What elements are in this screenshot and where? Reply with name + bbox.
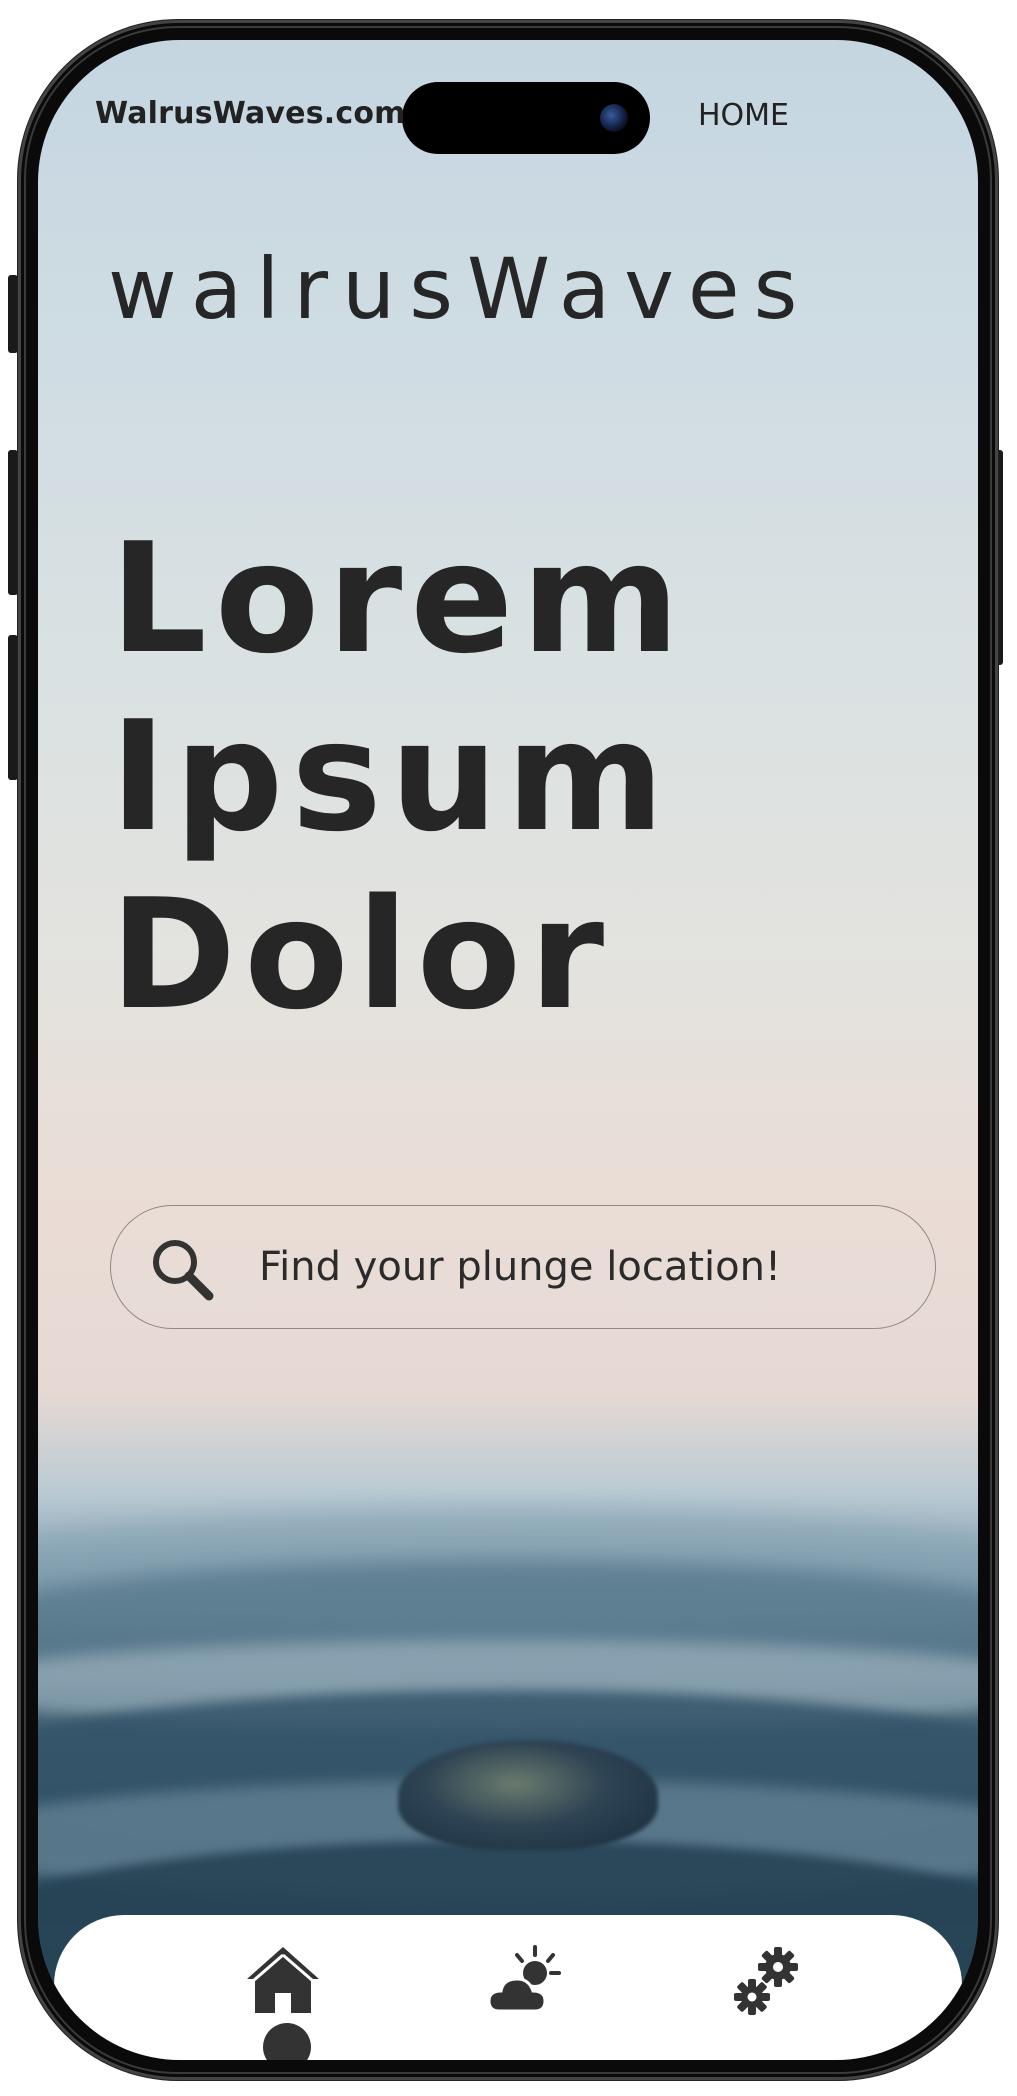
search-bar[interactable]: Find your plunge location!: [110, 1205, 936, 1329]
home-link[interactable]: HOME: [698, 98, 789, 133]
weather-icon[interactable]: [485, 1941, 565, 2021]
volume-up-button: [8, 450, 18, 595]
dynamic-island: [402, 82, 650, 154]
bottom-nav: [54, 1915, 962, 2060]
hero-line: Lorem: [110, 510, 688, 687]
active-indicator: [263, 2023, 311, 2060]
brand-logo: walrusWaves: [108, 240, 812, 338]
site-url[interactable]: WalrusWaves.com: [95, 96, 406, 131]
wave-crest: [398, 1740, 658, 1850]
settings-icon[interactable]: [726, 1941, 806, 2021]
device-mockup: WalrusWaves.com HOME walrusWaves Lorem I…: [0, 0, 1017, 2096]
camera-icon: [600, 104, 628, 132]
home-icon[interactable]: [243, 1941, 323, 2021]
hero-heading: Lorem Ipsum Dolor: [110, 510, 688, 1044]
volume-down-button: [8, 635, 18, 780]
silent-switch: [8, 275, 18, 353]
search-placeholder[interactable]: Find your plunge location!: [259, 1244, 781, 1290]
app-screen: WalrusWaves.com HOME walrusWaves Lorem I…: [38, 40, 978, 2060]
search-icon: [153, 1240, 214, 1301]
phone-frame: WalrusWaves.com HOME walrusWaves Lorem I…: [18, 20, 998, 2080]
hero-line: Dolor: [110, 866, 613, 1043]
hero-line: Ipsum: [110, 688, 673, 865]
